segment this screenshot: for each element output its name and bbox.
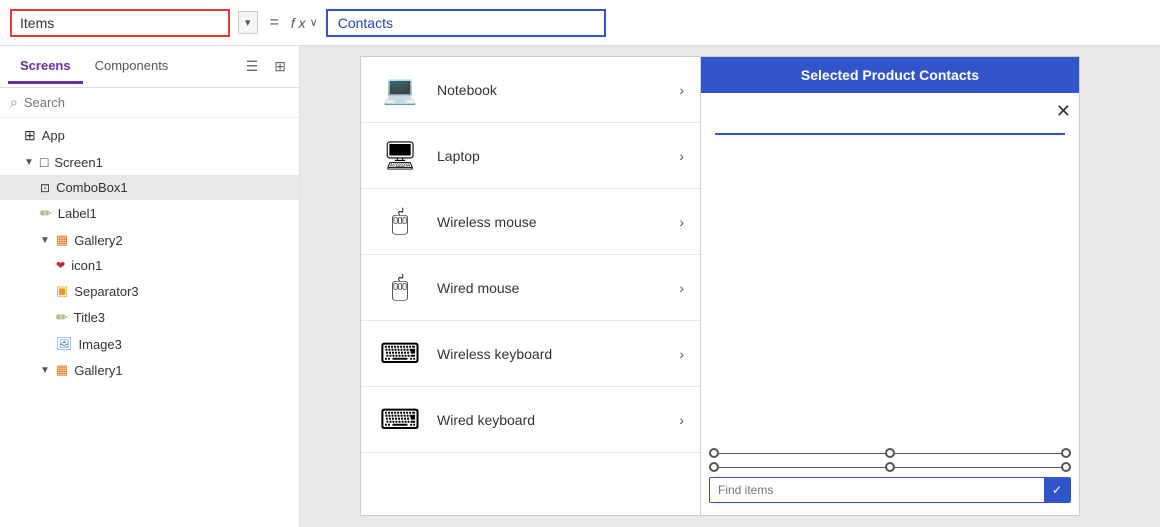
wireless-keyboard-icon: ⌨ (377, 336, 423, 372)
fx-chevron[interactable]: ∨ (310, 16, 318, 29)
tab-screens[interactable]: Screens (8, 50, 83, 84)
image3-icon: 🖼 (56, 336, 73, 352)
tree-label-app: App (42, 128, 65, 143)
wireless-keyboard-chevron: › (679, 346, 684, 362)
search-box: ⌕ (0, 88, 299, 118)
tree-label-image3: Image3 (79, 337, 122, 352)
handle-tl (709, 448, 719, 458)
items-input[interactable]: Items (10, 9, 230, 37)
tree-item-combobox1[interactable]: ⊡ ComboBox1 (0, 175, 299, 200)
laptop-label: Laptop (437, 148, 665, 164)
tree-arrow-screen1: ▼ (24, 157, 34, 168)
handle-br (1061, 462, 1071, 472)
tree-item-screen1[interactable]: ▼ □ Screen1 (0, 149, 299, 175)
top-bar: Items ▾ = f x ∨ Contacts (0, 0, 1160, 46)
tree-label-combobox1: ComboBox1 (56, 180, 128, 195)
dropdown-button[interactable]: ▾ (238, 11, 258, 34)
canvas-area: 💻 Notebook › 🖥 Laptop › 🖱 Wireless mouse… (300, 46, 1160, 527)
tree-item-label1[interactable]: ✏ Label1 (0, 200, 299, 227)
tree: ⊞ App ▼ □ Screen1 ⊡ ComboBox1 ✏ Label1 ▼ (0, 118, 299, 527)
tree-label-icon1: icon1 (71, 258, 102, 273)
search-icon: ⌕ (10, 94, 18, 111)
find-items-input[interactable] (710, 478, 1044, 502)
combobox-icon: ⊡ (40, 181, 50, 195)
tree-label-label1: Label1 (58, 206, 97, 221)
handle-bl (709, 462, 719, 472)
label1-icon: ✏ (40, 205, 52, 222)
gallery-item-wired-keyboard[interactable]: ⌨ Wired keyboard › (361, 387, 700, 453)
app-icon: ⊞ (24, 127, 36, 144)
wireless-mouse-chevron: › (679, 214, 684, 230)
detail-separator (715, 133, 1065, 135)
tabs-row: Screens Components ☰ ⊞ (0, 46, 299, 88)
handle-bc (885, 462, 895, 472)
gallery-item-wireless-mouse[interactable]: 🖱 Wireless mouse › (361, 189, 700, 255)
tree-item-icon1[interactable]: ❤ icon1 (0, 253, 299, 278)
gallery-item-wired-mouse[interactable]: 🖱 Wired mouse › (361, 255, 700, 321)
tree-arrow-gallery1: ▼ (40, 365, 50, 376)
laptop-icon: 🖥 (377, 138, 423, 174)
gallery1-icon: ▦ (56, 362, 68, 378)
title3-icon: ✏ (56, 309, 68, 326)
app-frame: 💻 Notebook › 🖥 Laptop › 🖱 Wireless mouse… (360, 56, 1080, 516)
wired-mouse-icon: 🖱 (377, 270, 423, 306)
gallery-list: 💻 Notebook › 🖥 Laptop › 🖱 Wireless mouse… (361, 57, 701, 515)
tree-item-gallery1[interactable]: ▼ ▦ Gallery1 (0, 357, 299, 383)
handle-tc (885, 448, 895, 458)
equals-sign: = (266, 14, 283, 32)
tree-item-separator3[interactable]: ▣ Separator3 (0, 278, 299, 304)
wired-mouse-chevron: › (679, 280, 684, 296)
tree-label-gallery1: Gallery1 (74, 363, 122, 378)
tree-label-gallery2: Gallery2 (74, 233, 122, 248)
detail-header: Selected Product Contacts (701, 57, 1079, 93)
tree-label-title3: Title3 (74, 310, 105, 325)
gallery2-icon: ▦ (56, 232, 68, 248)
list-view-button[interactable]: ☰ (241, 55, 264, 78)
tree-item-title3[interactable]: ✏ Title3 (0, 304, 299, 331)
grid-view-button[interactable]: ⊞ (269, 55, 291, 78)
gallery-item-wireless-keyboard[interactable]: ⌨ Wireless keyboard › (361, 321, 700, 387)
wireless-mouse-label: Wireless mouse (437, 214, 665, 230)
wired-mouse-label: Wired mouse (437, 280, 665, 296)
close-button[interactable]: ✕ (1056, 101, 1071, 122)
wireless-keyboard-label: Wireless keyboard (437, 346, 665, 362)
wired-keyboard-icon: ⌨ (377, 402, 423, 438)
wired-keyboard-chevron: › (679, 412, 684, 428)
sidebar: Screens Components ☰ ⊞ ⌕ ⊞ App ▼ □ Scree… (0, 46, 300, 527)
tree-label-screen1: Screen1 (54, 155, 102, 170)
wireless-mouse-icon: 🖱 (377, 204, 423, 240)
tree-arrow-gallery2: ▼ (40, 235, 50, 246)
gallery-item-laptop[interactable]: 🖥 Laptop › (361, 123, 700, 189)
separator3-icon: ▣ (56, 283, 68, 299)
selection-handles (709, 449, 1071, 473)
find-items-area: ✓ (709, 449, 1071, 503)
screen-icon: □ (40, 154, 48, 170)
detail-panel: Selected Product Contacts ✕ (701, 57, 1079, 515)
tree-item-image3[interactable]: 🖼 Image3 (0, 331, 299, 357)
formula-input[interactable]: Contacts (326, 9, 606, 37)
tree-item-gallery2[interactable]: ▼ ▦ Gallery2 (0, 227, 299, 253)
notebook-chevron: › (679, 82, 684, 98)
find-items-button[interactable]: ✓ (1044, 478, 1070, 502)
gallery-item-notebook[interactable]: 💻 Notebook › (361, 57, 700, 123)
handle-tr (1061, 448, 1071, 458)
search-input[interactable] (24, 95, 289, 110)
laptop-chevron: › (679, 148, 684, 164)
tab-icons: ☰ ⊞ (241, 55, 291, 78)
wired-keyboard-label: Wired keyboard (437, 412, 665, 428)
notebook-icon: 💻 (377, 72, 423, 108)
find-items-wrap: ✓ (709, 477, 1071, 503)
tree-label-separator3: Separator3 (74, 284, 138, 299)
main-layout: Screens Components ☰ ⊞ ⌕ ⊞ App ▼ □ Scree… (0, 46, 1160, 527)
fx-area: f x ∨ (291, 15, 318, 31)
tree-item-app[interactable]: ⊞ App (0, 122, 299, 149)
fx-label: f x (291, 15, 306, 31)
tab-components[interactable]: Components (83, 50, 181, 84)
icon1-icon: ❤ (56, 259, 65, 272)
notebook-label: Notebook (437, 82, 665, 98)
